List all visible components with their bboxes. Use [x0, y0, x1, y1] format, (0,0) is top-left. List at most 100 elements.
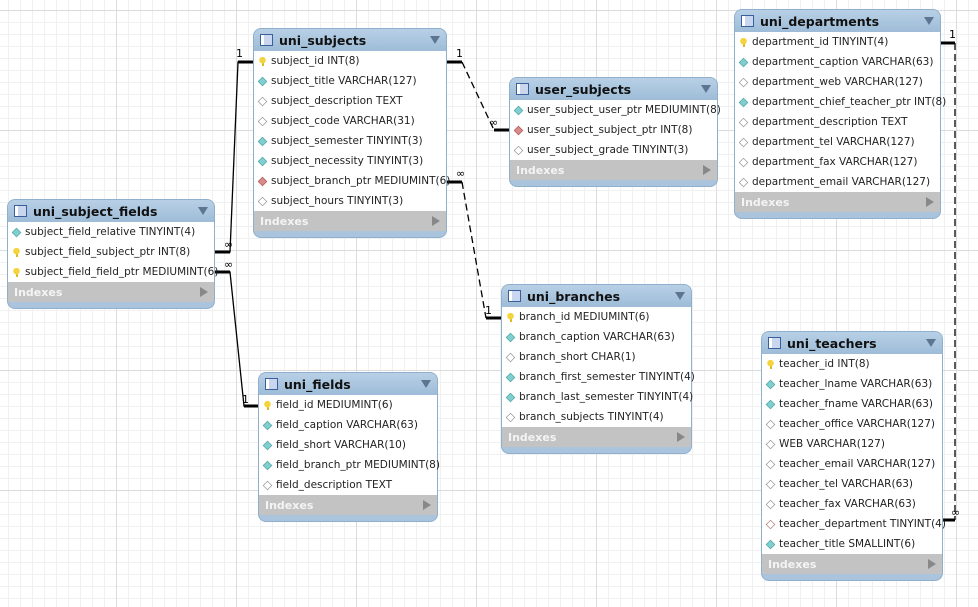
cardinality-many: ∞: [224, 258, 234, 271]
column-row[interactable]: branch_subjects TINYINT(4): [502, 407, 691, 427]
column-row[interactable]: WEB VARCHAR(127): [762, 434, 942, 454]
column-row[interactable]: branch_short CHAR(1): [502, 347, 691, 367]
cardinality-many: ∞: [489, 116, 499, 129]
nullable-diamond-icon: [505, 352, 516, 362]
expand-arrow-icon[interactable]: [432, 216, 440, 226]
table-uni-subject-fields[interactable]: uni_subject_fields subject_field_relativ…: [8, 200, 218, 308]
table-header[interactable]: uni_branches: [502, 285, 691, 307]
collapse-triangle-icon[interactable]: [675, 292, 685, 300]
column-row[interactable]: department_email VARCHAR(127): [735, 172, 940, 192]
nullable-diamond-icon: [505, 412, 516, 422]
column-row[interactable]: subject_hours TINYINT(3): [254, 191, 446, 211]
column-label: subject_title VARCHAR(127): [271, 75, 417, 87]
column-row[interactable]: user_subject_subject_ptr INT(8): [510, 120, 717, 140]
column-label: teacher_fax VARCHAR(63): [779, 498, 916, 510]
table-user-subjects[interactable]: user_subjects user_subject_user_ptr MEDI…: [510, 78, 721, 186]
nullable-diamond-icon: [738, 117, 749, 127]
expand-arrow-icon[interactable]: [200, 287, 208, 297]
indexes-section[interactable]: Indexes: [735, 192, 940, 212]
column-label: department_fax VARCHAR(127): [752, 156, 918, 168]
column-row[interactable]: department_description TEXT: [735, 112, 940, 132]
column-row[interactable]: branch_last_semester TINYINT(4): [502, 387, 693, 407]
column-row[interactable]: subject_title VARCHAR(127): [254, 71, 446, 91]
column-row[interactable]: user_subject_user_ptr MEDIUMINT(8): [510, 100, 721, 120]
column-row[interactable]: teacher_office VARCHAR(127): [762, 414, 942, 434]
expand-arrow-icon[interactable]: [928, 559, 936, 569]
collapse-triangle-icon[interactable]: [198, 207, 208, 215]
column-row[interactable]: teacher_lname VARCHAR(63): [762, 374, 942, 394]
column-row[interactable]: department_caption VARCHAR(63): [735, 52, 940, 72]
not-null-diamond-icon: [262, 440, 273, 450]
indexes-section[interactable]: Indexes: [510, 160, 717, 180]
table-header[interactable]: uni_teachers: [762, 332, 942, 354]
table-uni-fields[interactable]: uni_fields field_id MEDIUMINT(6) field_c…: [259, 373, 440, 521]
column-row[interactable]: department_tel VARCHAR(127): [735, 132, 940, 152]
column-row[interactable]: field_short VARCHAR(10): [259, 435, 437, 455]
expand-arrow-icon[interactable]: [703, 165, 711, 175]
table-uni-departments[interactable]: uni_departments department_id TINYINT(4)…: [735, 10, 946, 218]
column-label: branch_short CHAR(1): [519, 351, 636, 363]
indexes-section[interactable]: Indexes: [762, 554, 942, 574]
column-row[interactable]: department_fax VARCHAR(127): [735, 152, 940, 172]
expand-arrow-icon[interactable]: [926, 197, 934, 207]
column-row[interactable]: subject_field_field_ptr MEDIUMINT(6): [8, 262, 218, 282]
indexes-section[interactable]: Indexes: [8, 282, 214, 302]
primary-key-icon: [766, 359, 775, 369]
column-row[interactable]: subject_branch_ptr MEDIUMINT(6): [254, 171, 450, 191]
expand-arrow-icon[interactable]: [423, 500, 431, 510]
nullable-diamond-icon: [257, 96, 268, 106]
column-row[interactable]: teacher_email VARCHAR(127): [762, 454, 942, 474]
column-row[interactable]: field_id MEDIUMINT(6): [259, 395, 437, 415]
column-row[interactable]: teacher_tel VARCHAR(63): [762, 474, 942, 494]
column-row[interactable]: department_web VARCHAR(127): [735, 72, 940, 92]
indexes-section[interactable]: Indexes: [259, 495, 437, 515]
not-null-diamond-icon: [765, 379, 776, 389]
table-uni-branches[interactable]: uni_branches branch_id MEDIUMINT(6) bran…: [502, 285, 695, 453]
table-header[interactable]: uni_fields: [259, 373, 437, 395]
column-row[interactable]: field_description TEXT: [259, 475, 437, 495]
column-row[interactable]: subject_code VARCHAR(31): [254, 111, 446, 131]
column-row[interactable]: field_branch_ptr MEDIUMINT(8): [259, 455, 440, 475]
column-row[interactable]: user_subject_grade TINYINT(3): [510, 140, 717, 160]
table-icon: [516, 83, 529, 95]
column-row[interactable]: teacher_fax VARCHAR(63): [762, 494, 942, 514]
column-row[interactable]: department_id TINYINT(4): [735, 32, 940, 52]
collapse-triangle-icon[interactable]: [430, 36, 440, 44]
column-row[interactable]: branch_caption VARCHAR(63): [502, 327, 691, 347]
indexes-section[interactable]: Indexes: [254, 211, 446, 231]
column-row[interactable]: subject_id INT(8): [254, 51, 446, 71]
column-row[interactable]: branch_id MEDIUMINT(6): [502, 307, 691, 327]
not-null-diamond-icon: [257, 76, 268, 86]
collapse-triangle-icon[interactable]: [701, 85, 711, 93]
indexes-section[interactable]: Indexes: [502, 427, 691, 447]
column-row[interactable]: teacher_id INT(8): [762, 354, 942, 374]
column-row[interactable]: teacher_department TINYINT(4): [762, 514, 946, 534]
column-label: field_caption VARCHAR(63): [276, 419, 418, 431]
column-row[interactable]: subject_field_subject_ptr INT(8): [8, 242, 214, 262]
table-name: uni_fields: [284, 376, 351, 392]
column-row[interactable]: subject_necessity TINYINT(3): [254, 151, 446, 171]
column-row[interactable]: subject_semester TINYINT(3): [254, 131, 446, 151]
column-label: teacher_lname VARCHAR(63): [779, 378, 933, 390]
expand-arrow-icon[interactable]: [677, 432, 685, 442]
column-row[interactable]: field_caption VARCHAR(63): [259, 415, 437, 435]
table-header[interactable]: uni_subjects: [254, 29, 446, 51]
column-row[interactable]: teacher_title SMALLINT(6): [762, 534, 942, 554]
table-uni-subjects[interactable]: uni_subjects subject_id INT(8) subject_t…: [254, 29, 450, 237]
primary-key-icon: [263, 400, 272, 410]
table-header[interactable]: uni_subject_fields: [8, 200, 214, 222]
table-header[interactable]: uni_departments: [735, 10, 940, 32]
column-label: subject_field_subject_ptr INT(8): [25, 246, 191, 258]
column-row[interactable]: branch_first_semester TINYINT(4): [502, 367, 695, 387]
nullable-diamond-icon: [765, 439, 776, 449]
column-row[interactable]: subject_description TEXT: [254, 91, 446, 111]
not-null-diamond-icon: [505, 392, 516, 402]
column-row[interactable]: subject_field_relative TINYINT(4): [8, 222, 214, 242]
collapse-triangle-icon[interactable]: [924, 17, 934, 25]
table-header[interactable]: user_subjects: [510, 78, 717, 100]
column-row[interactable]: teacher_fname VARCHAR(63): [762, 394, 942, 414]
table-uni-teachers[interactable]: uni_teachers teacher_id INT(8) teacher_l…: [762, 332, 946, 580]
collapse-triangle-icon[interactable]: [421, 380, 431, 388]
collapse-triangle-icon[interactable]: [926, 339, 936, 347]
column-row[interactable]: department_chief_teacher_ptr INT(8): [735, 92, 946, 112]
